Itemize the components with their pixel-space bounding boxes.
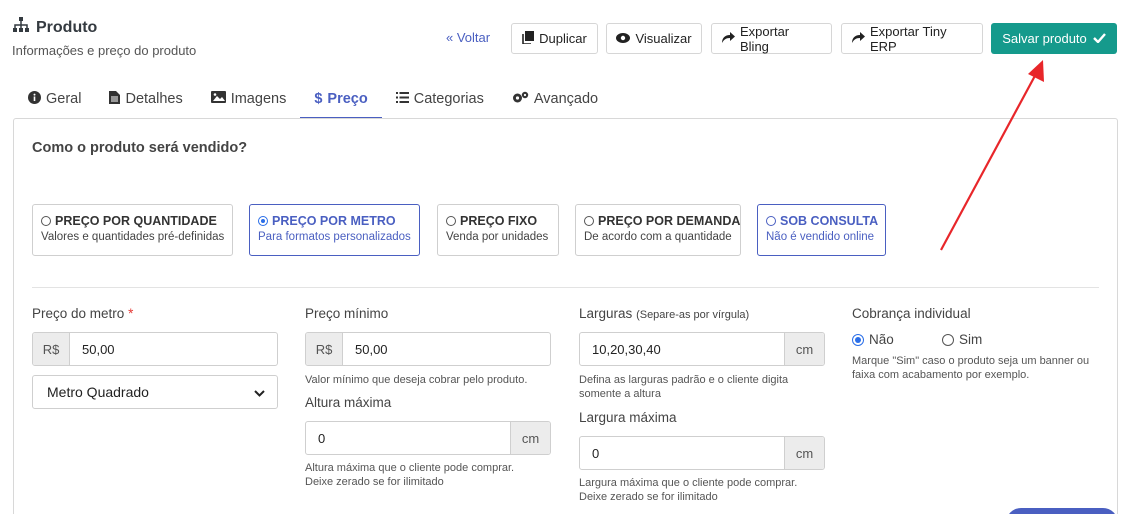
option-title: SOB CONSULTA bbox=[780, 214, 879, 228]
page-title: Produto bbox=[12, 17, 97, 38]
tab-imagens[interactable]: Imagens bbox=[197, 80, 301, 118]
info-circle-icon bbox=[28, 90, 41, 108]
cobranca-option-nao[interactable]: Não bbox=[852, 332, 942, 347]
altura-maxima-help: Altura máxima que o cliente pode comprar… bbox=[305, 462, 515, 488]
option-sob-consulta[interactable]: SOB CONSULTA Não é vendido online bbox=[757, 204, 886, 256]
export-tiny-button[interactable]: Exportar Tiny ERP bbox=[841, 23, 983, 54]
chevron-down-icon bbox=[254, 384, 265, 400]
preco-minimo-help: Valor mínimo que deseja cobrar pelo prod… bbox=[305, 374, 528, 386]
unit-suffix: cm bbox=[510, 422, 550, 454]
radio-icon bbox=[446, 216, 456, 226]
radio-icon bbox=[41, 216, 51, 226]
tab-categorias[interactable]: Categorias bbox=[382, 80, 498, 118]
tab-avancado[interactable]: Avançado bbox=[498, 80, 612, 118]
copy-icon bbox=[522, 30, 535, 47]
preco-metro-input[interactable]: 50,00 bbox=[70, 333, 277, 365]
radio-selected-icon bbox=[852, 333, 864, 346]
radio-icon bbox=[942, 333, 954, 346]
option-title: PREÇO POR QUANTIDADE bbox=[55, 214, 217, 228]
preco-minimo-label: Preço mínimo bbox=[305, 306, 389, 321]
altura-maxima-input[interactable]: 0 bbox=[306, 422, 510, 454]
preco-minimo-input-group: R$ 50,00 bbox=[305, 332, 551, 366]
tab-label: Avançado bbox=[533, 91, 599, 107]
option-preco-quantidade[interactable]: PREÇO POR QUANTIDADE Valores e quantidad… bbox=[32, 204, 233, 256]
check-icon bbox=[1092, 31, 1106, 46]
radio-selected-icon bbox=[258, 216, 268, 226]
duplicate-label: Duplicar bbox=[539, 31, 587, 46]
page-title-text: Produto bbox=[36, 18, 98, 36]
back-link[interactable]: « Voltar bbox=[446, 30, 490, 45]
cobranca-label: Cobrança individual bbox=[852, 306, 971, 321]
radio-icon bbox=[766, 216, 776, 226]
option-desc: Não é vendido online bbox=[766, 231, 875, 243]
preco-minimo-input[interactable]: 50,00 bbox=[343, 333, 550, 365]
tab-label: Preço bbox=[327, 91, 368, 107]
option-preco-demanda[interactable]: PREÇO POR DEMANDA De acordo com a quanti… bbox=[575, 204, 741, 256]
option-desc: Valores e quantidades pré-definidas bbox=[41, 231, 225, 243]
larguras-help: Defina as larguras padrão e o cliente di… bbox=[579, 374, 789, 400]
largura-maxima-help: Largura máxima que o cliente pode compra… bbox=[579, 477, 798, 503]
option-preco-fixo[interactable]: PREÇO FIXO Venda por unidades bbox=[437, 204, 559, 256]
share-icon bbox=[852, 31, 865, 46]
option-preco-metro[interactable]: PREÇO POR METRO Para formatos personaliz… bbox=[249, 204, 420, 256]
save-product-button[interactable]: Salvar produto bbox=[991, 23, 1117, 54]
option-title: PREÇO POR METRO bbox=[272, 214, 396, 228]
preco-metro-label: Preço do metro * bbox=[32, 306, 134, 321]
image-icon bbox=[210, 91, 226, 107]
largura-maxima-input-group: 0 cm bbox=[579, 436, 825, 470]
unit-select-value: Metro Quadrado bbox=[47, 384, 149, 400]
export-bling-button[interactable]: Exportar Bling bbox=[711, 23, 832, 54]
eye-icon bbox=[616, 31, 631, 46]
altura-maxima-input-group: 0 cm bbox=[305, 421, 551, 455]
list-icon bbox=[395, 91, 409, 107]
section-title: Como o produto será vendido? bbox=[32, 140, 248, 156]
file-icon bbox=[109, 90, 121, 108]
option-desc: Venda por unidades bbox=[446, 231, 549, 243]
tab-preco[interactable]: $ Preço bbox=[300, 80, 383, 119]
save-label: Salvar produto bbox=[1002, 31, 1087, 46]
duplicate-button[interactable]: Duplicar bbox=[511, 23, 598, 54]
tab-bar: Geral Detalhes Imagens $ Preço Categoria… bbox=[14, 80, 612, 119]
dollar-icon: $ bbox=[314, 91, 323, 107]
currency-prefix: R$ bbox=[33, 333, 70, 365]
cobranca-radio-group: Não Sim bbox=[852, 332, 1032, 347]
option-title: PREÇO POR DEMANDA bbox=[598, 214, 741, 228]
currency-prefix: R$ bbox=[306, 333, 343, 365]
unit-suffix: cm bbox=[784, 437, 824, 469]
sitemap-icon bbox=[12, 17, 30, 38]
preco-metro-input-group: R$ 50,00 bbox=[32, 332, 278, 366]
option-title: PREÇO FIXO bbox=[460, 214, 538, 228]
export-bling-label: Exportar Bling bbox=[740, 23, 790, 54]
tab-label: Categorias bbox=[413, 91, 484, 107]
option-desc: Para formatos personalizados bbox=[258, 231, 411, 243]
tab-label: Geral bbox=[46, 91, 82, 107]
larguras-label: Larguras (Separe-as por vírgula) bbox=[579, 306, 750, 321]
cobranca-option-sim[interactable]: Sim bbox=[942, 332, 1032, 347]
altura-maxima-label: Altura máxima bbox=[305, 395, 392, 410]
cobranca-help: Marque "Sim" caso o produto seja um bann… bbox=[852, 355, 1090, 381]
gears-icon bbox=[512, 91, 529, 108]
export-tiny-label: Exportar Tiny ERP bbox=[870, 23, 947, 54]
option-desc: De acordo com a quantidade bbox=[584, 231, 732, 243]
page-subtitle: Informações e preço do produto bbox=[12, 43, 197, 58]
divider bbox=[32, 287, 1099, 288]
view-label: Visualizar bbox=[635, 31, 692, 46]
tab-geral[interactable]: Geral bbox=[14, 80, 95, 118]
larguras-input[interactable]: 10,20,30,40 bbox=[580, 333, 784, 365]
unit-select[interactable]: Metro Quadrado bbox=[32, 375, 278, 409]
unit-suffix: cm bbox=[784, 333, 824, 365]
floating-button[interactable] bbox=[1006, 508, 1118, 514]
tab-label: Detalhes bbox=[125, 91, 183, 107]
tab-label: Imagens bbox=[230, 91, 287, 107]
share-icon bbox=[722, 31, 735, 46]
largura-maxima-label: Largura máxima bbox=[579, 410, 677, 425]
radio-icon bbox=[584, 216, 594, 226]
tab-detalhes[interactable]: Detalhes bbox=[95, 80, 196, 118]
largura-maxima-input[interactable]: 0 bbox=[580, 437, 784, 469]
larguras-input-group: 10,20,30,40 cm bbox=[579, 332, 825, 366]
view-button[interactable]: Visualizar bbox=[606, 23, 702, 54]
